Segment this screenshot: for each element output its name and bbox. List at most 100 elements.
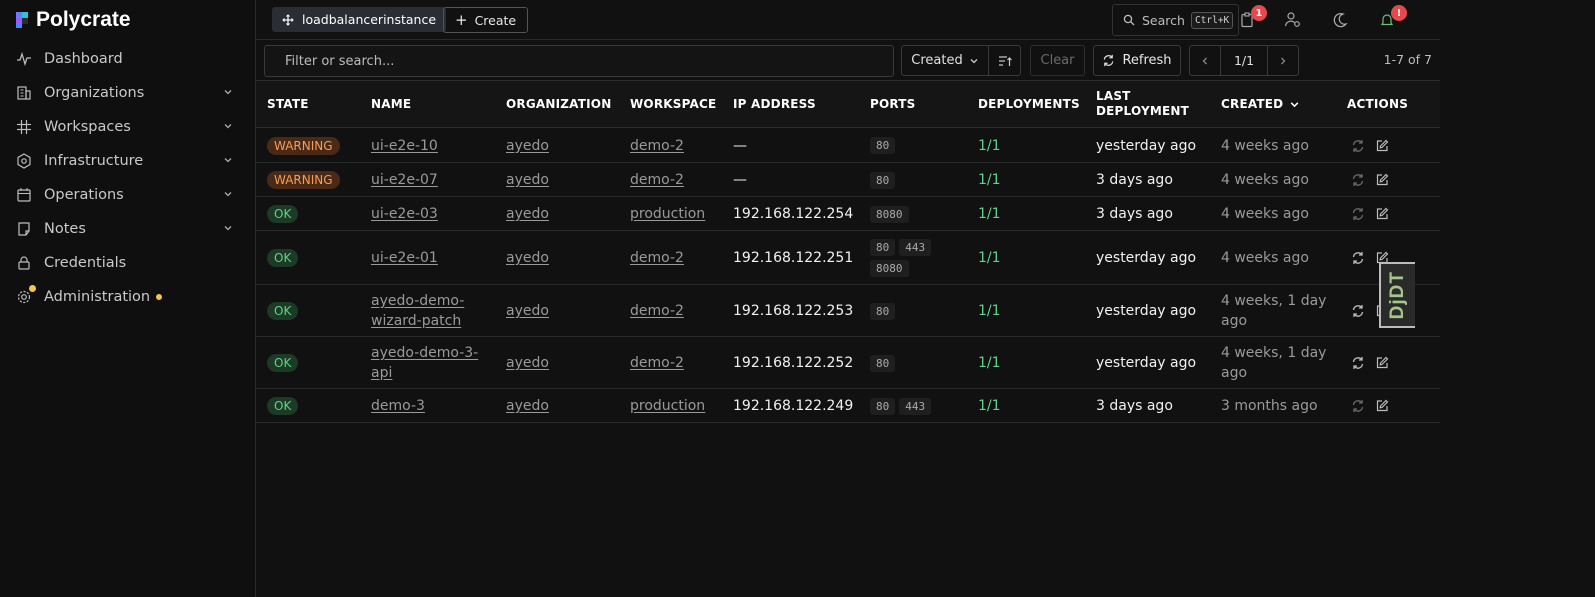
- sort-field-select[interactable]: Created: [901, 45, 989, 76]
- moon-icon: [1333, 13, 1348, 28]
- organization-link[interactable]: ayedo: [506, 136, 549, 156]
- port-tag: 80: [870, 354, 896, 372]
- organization-link[interactable]: ayedo: [506, 301, 549, 321]
- edit-icon[interactable]: [1375, 207, 1389, 221]
- organization-link[interactable]: ayedo: [506, 204, 549, 224]
- workspace-link[interactable]: demo-2: [630, 248, 684, 268]
- lock-icon: [16, 255, 32, 271]
- port-tag: 8080: [870, 205, 909, 223]
- ports-list: 80: [870, 302, 960, 320]
- instance-name-link[interactable]: ui-e2e-01: [371, 248, 438, 268]
- deployments-count: 1/1: [978, 137, 1001, 154]
- edit-icon[interactable]: [1375, 356, 1389, 370]
- column-header-deployments[interactable]: DEPLOYMENTS: [978, 97, 1080, 112]
- column-header-organization[interactable]: ORGANIZATION: [506, 97, 611, 112]
- workspace-link[interactable]: demo-2: [630, 353, 684, 373]
- redeploy-icon[interactable]: [1351, 207, 1365, 221]
- theme-toggle-button[interactable]: [1330, 10, 1350, 30]
- sidebar-item-organizations[interactable]: Organizations: [0, 76, 255, 110]
- global-search-button[interactable]: Search Ctrl+K: [1112, 4, 1239, 36]
- status-badge: OK: [267, 302, 299, 320]
- clear-button[interactable]: Clear: [1030, 45, 1085, 76]
- workspace-link[interactable]: demo-2: [630, 136, 684, 156]
- port-tag: 8080: [870, 260, 909, 277]
- sidebar-item-operations[interactable]: Operations: [0, 178, 255, 212]
- redeploy-icon[interactable]: [1351, 356, 1365, 370]
- next-page-button[interactable]: [1268, 46, 1298, 75]
- chevron-down-icon[interactable]: [223, 189, 233, 199]
- redeploy-icon[interactable]: [1351, 251, 1365, 265]
- sidebar-item-notes[interactable]: Notes: [0, 212, 255, 246]
- move-icon: [282, 13, 294, 26]
- filter-input[interactable]: Filter or search...: [264, 45, 894, 77]
- redeploy-icon[interactable]: [1351, 304, 1365, 318]
- sort-direction-button[interactable]: [988, 45, 1021, 76]
- debug-toolbar-handle[interactable]: DjDT: [1379, 262, 1415, 328]
- search-label: Search: [1142, 12, 1185, 28]
- column-header-last-deployment[interactable]: LAST DEPLOYMENT: [1096, 89, 1189, 119]
- refresh-button[interactable]: Refresh: [1093, 45, 1181, 76]
- organization-link[interactable]: ayedo: [506, 396, 549, 416]
- port-tag: 443: [899, 239, 932, 256]
- port-tag: 80: [870, 302, 896, 320]
- workspace-link[interactable]: demo-2: [630, 170, 684, 190]
- instance-name-link[interactable]: ayedo-demo-wizard-patch: [371, 291, 496, 331]
- resource-type-chip[interactable]: loadbalancerinstance: [272, 7, 447, 32]
- user-gear-icon: [1284, 12, 1300, 27]
- instance-name-link[interactable]: ui-e2e-10: [371, 136, 438, 156]
- workspace-link[interactable]: demo-2: [630, 301, 684, 321]
- column-header-state[interactable]: STATE: [267, 97, 309, 112]
- instance-name-link[interactable]: ayedo-demo-3-api: [371, 343, 496, 383]
- workspace-link[interactable]: production: [630, 204, 705, 224]
- organization-link[interactable]: ayedo: [506, 353, 549, 373]
- polycrate-logo-icon: [16, 12, 28, 28]
- result-count: 1-7 of 7: [1383, 52, 1432, 67]
- building-icon: [16, 85, 32, 101]
- chevron-down-icon[interactable]: [223, 223, 233, 233]
- column-header-name[interactable]: NAME: [371, 97, 411, 112]
- workspace-link[interactable]: production: [630, 396, 705, 416]
- instance-name-link[interactable]: ui-e2e-03: [371, 204, 438, 224]
- organization-link[interactable]: ayedo: [506, 248, 549, 268]
- created-date: 4 weeks, 1 day ago: [1221, 345, 1327, 381]
- sidebar-item-administration[interactable]: Administration: [0, 280, 255, 314]
- sidebar-item-label: Credentials: [44, 255, 127, 271]
- status-badge: OK: [267, 354, 299, 372]
- pagination: 1/1: [1189, 45, 1299, 76]
- page-indicator: 1/1: [1220, 46, 1268, 75]
- chevron-down-icon[interactable]: [223, 87, 233, 97]
- refresh-icon: [1104, 54, 1114, 67]
- create-button[interactable]: + Create: [443, 7, 529, 33]
- sidebar-item-dashboard[interactable]: Dashboard: [0, 42, 255, 76]
- column-header-ports[interactable]: PORTS: [870, 97, 916, 112]
- last-deployment: yesterday ago: [1096, 250, 1197, 266]
- redeploy-icon[interactable]: [1351, 139, 1365, 153]
- edit-icon[interactable]: [1375, 139, 1389, 153]
- grid-icon: [16, 119, 32, 135]
- redeploy-icon[interactable]: [1351, 173, 1365, 187]
- alerts-button[interactable]: !: [1377, 5, 1407, 30]
- column-header-created[interactable]: CREATED: [1221, 97, 1300, 112]
- table-body: WARNING ui-e2e-10 ayedo demo-2 — 80 1/1 yesterd…: [256, 128, 1440, 423]
- prev-page-button[interactable]: [1190, 46, 1220, 75]
- sidebar-item-infrastructure[interactable]: Infrastructure: [0, 144, 255, 178]
- brand[interactable]: Polycrate: [0, 0, 255, 40]
- user-settings-button[interactable]: [1283, 10, 1303, 30]
- port-tag: 80: [870, 239, 896, 256]
- sidebar-item-credentials[interactable]: Credentials: [0, 246, 255, 280]
- port-tag: 80: [870, 171, 896, 189]
- tasks-button[interactable]: 1: [1237, 5, 1267, 30]
- column-header-workspace[interactable]: WORKSPACE: [630, 97, 716, 112]
- column-header-ip[interactable]: IP ADDRESS: [733, 97, 816, 112]
- chevron-down-icon[interactable]: [223, 121, 233, 131]
- sidebar-item-workspaces[interactable]: Workspaces: [0, 110, 255, 144]
- sidebar-item-label: Infrastructure: [44, 153, 144, 169]
- edit-icon[interactable]: [1375, 399, 1389, 413]
- instance-name-link[interactable]: ui-e2e-07: [371, 170, 438, 190]
- instance-name-link[interactable]: demo-3: [371, 396, 425, 416]
- redeploy-icon[interactable]: [1351, 399, 1365, 413]
- organization-link[interactable]: ayedo: [506, 170, 549, 190]
- chevron-down-icon[interactable]: [223, 155, 233, 165]
- status-badge: OK: [267, 205, 299, 223]
- edit-icon[interactable]: [1375, 173, 1389, 187]
